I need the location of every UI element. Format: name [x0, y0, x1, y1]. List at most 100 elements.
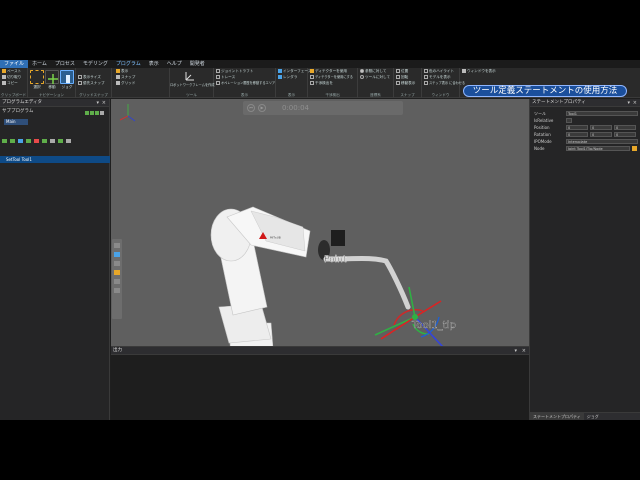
interference-toggle[interactable]: 干渉検出を — [310, 81, 333, 86]
statement-icon-6[interactable] — [42, 139, 47, 143]
statement-icon-1[interactable] — [2, 139, 7, 143]
position-y-field[interactable]: 0 — [590, 125, 612, 130]
select-button[interactable] — [30, 70, 44, 84]
model-show-toggle[interactable]: モデルを表示 — [424, 75, 451, 80]
tutorial-title-banner: ツール定義ステートメントの使用方法 — [463, 85, 627, 97]
subprogram-item-main[interactable]: Main — [4, 119, 28, 125]
move-display-checkbox[interactable] — [396, 81, 400, 85]
position-x-field[interactable]: 0 — [566, 125, 588, 130]
statement-icon-4[interactable] — [26, 139, 31, 143]
jog-button[interactable] — [60, 70, 74, 84]
history-toggle[interactable]: オペレーション履歴を移動するエリア — [216, 81, 275, 86]
select-label: 選択 — [33, 85, 41, 89]
tool-gizmo[interactable] — [374, 286, 456, 346]
world-axis — [119, 104, 136, 122]
detector-enable-toggle[interactable]: ディテクターを使用にする — [310, 75, 353, 80]
delete-icon[interactable] — [100, 110, 104, 115]
tool-radio[interactable]: ツールに対して — [360, 75, 390, 80]
properties-close-icon[interactable]: × — [633, 99, 637, 107]
menu-view[interactable]: 表示 — [145, 60, 163, 68]
rotation-x-field[interactable]: 0 — [566, 132, 588, 137]
show-size-checkbox[interactable] — [78, 75, 82, 79]
highlight-toggle[interactable]: 色のハイライト — [424, 69, 454, 74]
trace-toggle[interactable]: トレース — [216, 75, 235, 80]
3d-viewport[interactable]: ⏮ ▶ 0:00:04 ᴹᴵᵀˢᵁᴮ Point Tool1_tip — [111, 99, 529, 346]
properties-header: ステートメントプロパティ ▾ × — [530, 99, 640, 107]
close-icon[interactable]: × — [102, 99, 106, 107]
menu-help[interactable]: ヘルプ — [163, 60, 186, 68]
model-show-checkbox[interactable] — [424, 75, 428, 79]
plus-icon[interactable] — [95, 110, 99, 115]
pin-icon[interactable]: ▾ — [96, 99, 99, 107]
tab-jog[interactable]: ジョグ — [584, 413, 602, 420]
grid-button[interactable]: グリッド — [116, 81, 135, 86]
highlight-checkbox[interactable] — [424, 69, 428, 73]
menu-process[interactable]: プロセス — [51, 60, 79, 68]
priority-snap-toggle[interactable]: 優先スナップ — [78, 81, 105, 86]
trace-checkbox[interactable] — [216, 75, 220, 79]
step-checkbox[interactable] — [424, 81, 428, 85]
statement-icon-3[interactable] — [18, 139, 23, 143]
joint-label: ジョイントトラフト — [221, 69, 254, 73]
joint-checkbox[interactable] — [216, 69, 220, 73]
statement-icon-2[interactable] — [10, 139, 15, 143]
interface-button[interactable]: インターフェース — [278, 69, 311, 74]
position-toggle[interactable]: 位置 — [396, 69, 408, 74]
menu-modeling[interactable]: モデリング — [79, 60, 112, 68]
interference-checkbox[interactable] — [310, 81, 314, 85]
statement-icon-8[interactable] — [58, 139, 63, 143]
output-title: 出力 — [113, 348, 122, 353]
menu-file[interactable]: ファイル — [0, 60, 29, 68]
reference-radio-dot[interactable] — [360, 69, 364, 73]
renderer-button[interactable]: レンダラ — [278, 75, 297, 80]
move-button[interactable] — [45, 70, 59, 84]
hand-icon — [66, 75, 70, 83]
move-display-toggle[interactable]: 移動表示 — [396, 81, 415, 86]
move-label: 移動 — [48, 85, 56, 89]
program-line-settool[interactable]: SetTool Tool1 — [0, 156, 110, 163]
node-select[interactable]: Joint Tool1/Tip/Node — [566, 146, 630, 151]
rotation-toggle[interactable]: 回転 — [396, 75, 408, 80]
menu-home[interactable]: ホーム — [28, 60, 51, 68]
interface-group-label: 表示 — [287, 93, 296, 97]
output-pin-icon[interactable]: ▾ — [514, 347, 517, 355]
joint-toggle[interactable]: ジョイントトラフト — [216, 69, 253, 74]
create-frame-button[interactable]: ロボットワークフレームを作成 — [170, 83, 215, 88]
window-show-button[interactable]: ウィンドウを表示 — [462, 69, 496, 74]
snap-button[interactable]: スナップ — [116, 75, 135, 80]
ipomode-select[interactable]: Interpolate — [566, 139, 638, 144]
tool-radio-dot[interactable] — [360, 75, 364, 79]
menu-program[interactable]: プログラム — [112, 60, 145, 68]
step-toggle[interactable]: ステップ表示 に合わせる — [424, 81, 465, 86]
show-size-toggle[interactable]: 表示サイズ — [78, 75, 101, 80]
position-z-field[interactable]: 0 — [614, 125, 636, 130]
statement-icon-5[interactable] — [34, 139, 39, 143]
property-rotation: Rotation 0 0 0 — [530, 131, 640, 138]
add-subprogram-icon[interactable] — [85, 110, 89, 115]
copy-subprogram-icon[interactable] — [90, 110, 94, 115]
tab-statement-properties[interactable]: ステートメントプロパティ — [530, 413, 584, 420]
position-checkbox[interactable] — [396, 69, 400, 73]
detector-enable-checkbox[interactable] — [310, 75, 314, 79]
cut-button[interactable]: 切り取り — [2, 75, 21, 80]
grid-show-button[interactable]: 表示 — [116, 69, 128, 74]
detector-button[interactable]: ディテクターを使用 — [310, 69, 347, 74]
output-header: 出力 ▾ × — [111, 347, 529, 355]
copy-button[interactable]: コピー — [2, 81, 18, 86]
priority-snap-checkbox[interactable] — [78, 81, 82, 85]
node-picker-icon[interactable] — [632, 146, 637, 151]
rotation-checkbox[interactable] — [396, 75, 400, 79]
reference-radio[interactable]: 参照に対して — [360, 69, 386, 74]
statement-icon-9[interactable] — [66, 139, 71, 143]
history-checkbox[interactable] — [216, 81, 220, 85]
output-close-icon[interactable]: × — [522, 347, 526, 355]
paste-button[interactable]: ペースト — [2, 69, 21, 74]
isrelative-checkbox[interactable] — [566, 118, 572, 123]
tool-select[interactable]: Tool1 — [566, 111, 638, 116]
rotation-y-field[interactable]: 0 — [590, 132, 612, 137]
properties-pin-icon[interactable]: ▾ — [627, 99, 630, 107]
rotation-z-field[interactable]: 0 — [614, 132, 636, 137]
robot-arm[interactable]: ᴹᴵᵀˢᵁᴮ — [210, 206, 411, 346]
menu-developer[interactable]: 開発者 — [186, 60, 209, 68]
statement-icon-7[interactable] — [50, 139, 55, 143]
